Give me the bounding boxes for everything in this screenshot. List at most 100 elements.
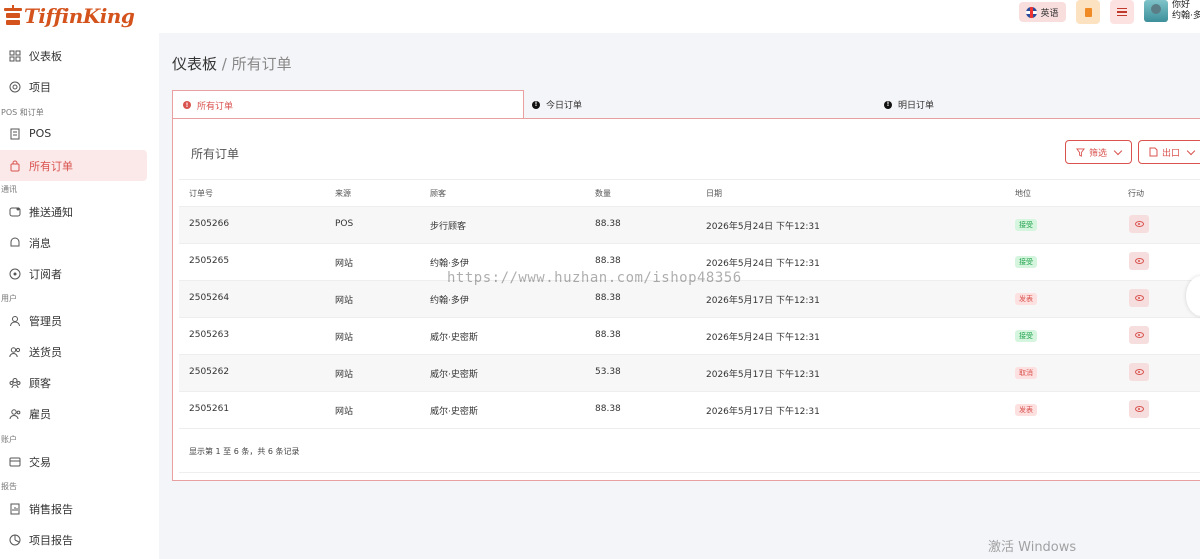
order-tabs: ! 所有订单 ! 今日订单 ! 明日订单 [172,90,1200,119]
sidebar-item-all-orders[interactable]: 所有订单 [0,150,147,181]
sidebar-item-label: 订阅者 [29,267,62,281]
sidebar-item-items[interactable]: 项目 [0,71,147,102]
sidebar-item-subscribers[interactable]: 订阅者 [0,258,147,289]
sidebar-section-communication: 通讯 [1,185,17,194]
sidebar-item-label: 项目报告 [29,533,73,547]
order-date: 2026年5月17日 下午12:31 [706,296,820,306]
breadcrumb-separator: / [221,55,227,73]
order-date: 2026年5月24日 下午12:31 [706,333,820,343]
view-order-button[interactable] [1129,363,1149,381]
top-bar: TiffinKing 英语 你好 约翰·多 [0,0,1200,33]
sidebar-item-dashboard[interactable]: 仪表板 [0,40,147,71]
sidebar-item-label: 管理员 [29,314,62,328]
export-label: 出口 [1162,148,1181,159]
user-greeting: 你好 [1172,0,1191,10]
sidebar-item-admins[interactable]: 管理员 [0,305,147,336]
order-id: 2505262 [189,367,230,377]
sidebar-item-push-notification[interactable]: 推送通知 [0,196,147,227]
order-date: 2026年5月24日 下午12:31 [706,222,820,232]
column-date[interactable]: 日期 [706,188,722,199]
status-badge: 发表 [1015,404,1037,416]
sidebar-item-delivery-men[interactable]: 送货员 [0,336,147,367]
filter-button[interactable]: 筛选 [1065,140,1132,164]
uk-flag-icon [1026,6,1038,18]
order-amount: 53.38 [595,367,621,377]
sidebar-item-label: 项目 [29,80,51,94]
push-notification-icon [9,206,21,218]
tab-label: 今日订单 [546,101,583,111]
column-customer[interactable]: 顾客 [430,188,446,199]
tab-all-orders[interactable]: ! 所有订单 [172,90,524,119]
sidebar-item-label: POS [29,127,52,140]
breadcrumb: 仪表板 / 所有订单 [172,53,292,74]
tab-label: 明日订单 [898,101,935,111]
order-amount: 88.38 [595,330,621,340]
items-icon [9,81,21,93]
column-status[interactable]: 地位 [1015,188,1031,199]
app-logo[interactable]: TiffinKing [2,2,135,30]
sidebar: 仪表板 项目 POS 和订单 POS 所有订单 通讯 推送通知 消息 订阅者 用… [0,33,159,559]
order-source: 网站 [335,259,354,269]
sidebar-item-label: 交易 [29,455,51,469]
table-row[interactable]: 2505261 网站 威尔·史密斯 88.38 2026年5月17日 下午12:… [179,392,1200,429]
tab-today-orders[interactable]: ! 今日订单 [532,90,872,119]
sidebar-item-pos[interactable]: POS [0,118,147,149]
language-label: 英语 [1040,8,1059,19]
table-row[interactable]: 2505264 网站 约翰·多伊 88.38 2026年5月17日 下午12:3… [179,281,1200,318]
column-source[interactable]: 来源 [335,188,351,199]
order-amount: 88.38 [595,404,621,414]
sidebar-item-customers[interactable]: 顾客 [0,367,147,398]
sidebar-item-sales-report[interactable]: 销售报告 [0,493,147,524]
user-name: 约翰·多 [1172,11,1200,21]
status-badge: 接受 [1015,330,1037,342]
delivery-man-icon [9,346,21,358]
view-order-button[interactable] [1129,400,1149,418]
sidebar-section-pos: POS 和订单 [1,108,44,117]
view-order-button[interactable] [1129,289,1149,307]
message-icon [9,237,21,249]
user-menu[interactable]: 你好 约翰·多 [1172,0,1200,22]
site-watermark: https://www.huzhan.com/ishop48356 [447,270,742,286]
view-order-button[interactable] [1129,326,1149,344]
admin-icon [9,315,21,327]
export-button[interactable]: 出口 [1138,140,1200,164]
divider [179,472,1200,473]
book-button[interactable] [1076,0,1100,24]
order-customer: 步行顾客 [430,222,467,232]
order-customer: 威尔·史密斯 [430,370,478,380]
table-row[interactable]: 2505262 网站 威尔·史密斯 53.38 2026年5月17日 下午12:… [179,355,1200,392]
menu-icon [1117,7,1127,10]
windows-activation-watermark: 激活 Windows [988,540,1077,555]
breadcrumb-root[interactable]: 仪表板 [172,55,217,73]
column-amount[interactable]: 数量 [595,188,611,199]
column-order-id[interactable]: 订单号 [189,188,213,199]
view-order-button[interactable] [1129,215,1149,233]
panel-title: 所有订单 [191,147,240,161]
sidebar-item-employees[interactable]: 雇员 [0,398,147,429]
sidebar-item-transactions[interactable]: 交易 [0,446,147,477]
language-selector[interactable]: 英语 [1019,2,1066,22]
sidebar-section-users: 用户 [1,294,17,303]
table-row[interactable]: 2505263 网站 威尔·史密斯 88.38 2026年5月24日 下午12:… [179,318,1200,355]
tiffin-logo-icon [4,5,22,25]
order-id: 2505265 [189,256,230,266]
sidebar-item-label: 所有订单 [29,159,73,173]
logo-text: TiffinKing [24,4,135,28]
sidebar-item-items-report[interactable]: 项目报告 [0,524,147,555]
info-icon: ! [532,100,540,109]
transaction-icon [9,456,21,468]
sidebar-item-messages[interactable]: 消息 [0,227,147,258]
info-icon: ! [183,101,191,109]
breadcrumb-current: 所有订单 [231,55,292,73]
avatar[interactable] [1144,0,1168,22]
order-date: 2026年5月17日 下午12:31 [706,407,820,417]
order-customer: 约翰·多伊 [430,259,469,269]
order-amount: 88.38 [595,293,621,303]
table-row[interactable]: 2505266 POS 步行顾客 88.38 2026年5月24日 下午12:3… [179,207,1200,244]
view-order-button[interactable] [1129,252,1149,270]
sidebar-section-accounts: 账户 [1,435,17,444]
subscriber-icon [9,268,21,280]
order-source: 网站 [335,333,354,343]
tab-tomorrow-orders[interactable]: ! 明日订单 [884,90,1184,119]
menu-toggle-button[interactable] [1110,0,1134,24]
